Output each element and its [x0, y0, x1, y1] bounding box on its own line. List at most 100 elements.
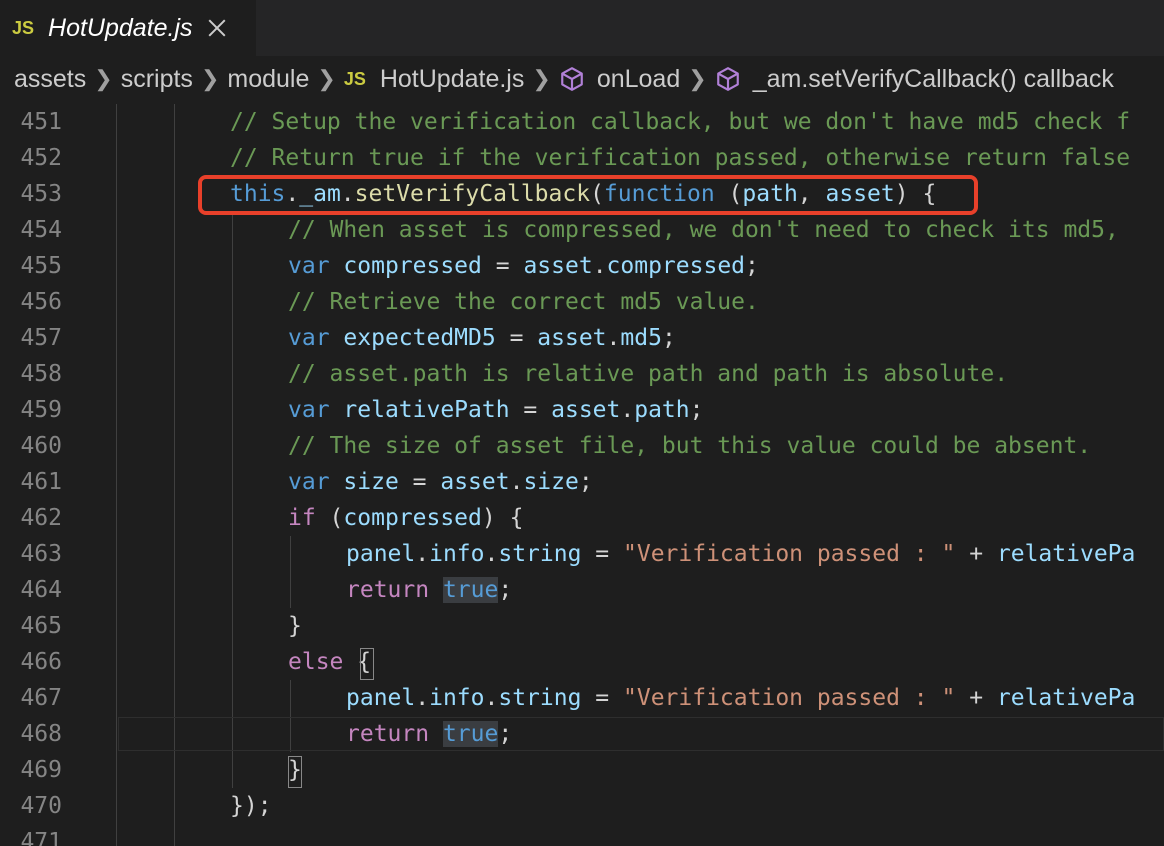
code-token: string [498, 685, 582, 711]
code-line[interactable]: 452 // Return true if the verification pa… [0, 140, 1164, 176]
code-token: // Return true if the verification passe… [230, 145, 1131, 171]
code-line[interactable]: 463 panel.info.string = "Verification pas… [0, 536, 1164, 572]
code-token: "Verification passed : " [623, 541, 956, 567]
code-editor[interactable]: 451 // Setup the verification callback, b… [0, 104, 1164, 846]
code-token: path [634, 397, 690, 423]
code-token: var [288, 397, 330, 423]
code-line[interactable]: 462 if (compressed) { [0, 500, 1164, 536]
code-token: md5 [620, 325, 662, 351]
code-token: . [415, 685, 430, 711]
code-token: if [288, 505, 316, 531]
code-text: // The size of asset file, but this valu… [288, 428, 1091, 464]
code-token: string [498, 541, 582, 567]
code-line[interactable]: 454 // When asset is compressed, we don't… [0, 212, 1164, 248]
code-token: ( [315, 505, 344, 531]
code-token: var [288, 325, 330, 351]
annotation-highlight-box [198, 175, 978, 215]
code-line[interactable]: 470}); [0, 788, 1164, 824]
code-token: + [955, 541, 997, 567]
method-cube-icon [560, 67, 583, 91]
line-number: 455 [20, 253, 62, 279]
code-token: size [343, 469, 399, 495]
code-token: relativePath [343, 397, 510, 423]
code-token: size [523, 469, 579, 495]
code-line[interactable]: 471 [0, 824, 1164, 846]
code-token: . [484, 685, 499, 711]
code-text: var compressed = asset.compressed; [288, 248, 759, 284]
code-token: info [429, 685, 485, 711]
code-text: // asset.path is relative path and path … [288, 356, 1008, 392]
code-line[interactable]: 468 return true; [0, 716, 1164, 752]
breadcrumb-module[interactable]: module [227, 65, 309, 94]
tab-title: HotUpdate.js [48, 13, 193, 42]
line-number: 454 [20, 217, 62, 243]
code-token: return [346, 721, 430, 747]
method-cube-icon [716, 67, 739, 91]
code-line[interactable]: 467 panel.info.string = "Verification pas… [0, 680, 1164, 716]
code-line[interactable]: 455 var compressed = asset.compressed; [0, 248, 1164, 284]
code-line[interactable]: 457 var expectedMD5 = asset.md5; [0, 320, 1164, 356]
js-file-icon: JS [12, 17, 35, 38]
code-token: // Retrieve the correct md5 value. [288, 289, 759, 315]
line-number: 469 [20, 757, 62, 783]
code-token: ; [745, 253, 759, 279]
chevron-right-icon: ❯ [688, 66, 707, 91]
line-number: 451 [20, 109, 62, 135]
code-token: + [955, 685, 997, 711]
code-line[interactable]: 456 // Retrieve the correct md5 value. [0, 284, 1164, 320]
code-token: true [442, 721, 499, 747]
code-line[interactable]: 465} [0, 608, 1164, 644]
code-token: var [288, 253, 330, 279]
code-line[interactable]: 469} [0, 752, 1164, 788]
code-text: return true; [346, 572, 512, 608]
tab-bar: JS HotUpdate.js [0, 0, 1164, 56]
line-number: 458 [20, 361, 62, 387]
breadcrumb-file[interactable]: HotUpdate.js [380, 65, 525, 94]
code-token: . [606, 325, 621, 351]
tab-hotupdate[interactable]: JS HotUpdate.js [0, 0, 256, 56]
code-token: "Verification passed : " [623, 685, 956, 711]
code-token: compressed [343, 253, 482, 279]
line-number: 456 [20, 289, 62, 315]
line-number: 466 [20, 649, 62, 675]
line-number: 459 [20, 397, 62, 423]
code-text: } [288, 608, 302, 644]
code-token: ; [498, 577, 513, 603]
code-line[interactable]: 459 var relativePath = asset.path; [0, 392, 1164, 428]
close-icon[interactable] [207, 18, 227, 38]
line-number: 457 [20, 325, 62, 351]
code-line[interactable]: 458 // asset.path is relative path and pa… [0, 356, 1164, 392]
breadcrumb-scripts[interactable]: scripts [121, 65, 193, 94]
code-token: return [346, 577, 430, 603]
code-token: compressed [606, 253, 746, 279]
code-token: relativePa [996, 685, 1136, 711]
code-token: . [620, 397, 635, 423]
code-line[interactable]: 461 var size = asset.size; [0, 464, 1164, 500]
code-token: info [429, 541, 485, 567]
chevron-right-icon: ❯ [532, 66, 551, 91]
code-text: }); [230, 788, 272, 824]
code-line[interactable]: 451 // Setup the verification callback, b… [0, 104, 1164, 140]
code-line[interactable]: 464 return true; [0, 572, 1164, 608]
code-line[interactable]: 466 else { [0, 644, 1164, 680]
breadcrumb-assets[interactable]: assets [14, 65, 86, 94]
code-text: var relativePath = asset.path; [288, 392, 703, 428]
code-token: else [288, 649, 344, 675]
code-token: ) { [481, 505, 524, 531]
code-token: . [415, 541, 430, 567]
breadcrumb-callback[interactable]: _am.setVerifyCallback() callback [753, 65, 1114, 94]
code-token: = [509, 397, 552, 423]
code-token: // asset.path is relative path and path … [288, 361, 1009, 387]
line-number: 468 [20, 721, 62, 747]
bracket-match [360, 648, 374, 680]
line-number: 465 [20, 613, 62, 639]
code-line[interactable]: 460 // The size of asset file, but this v… [0, 428, 1164, 464]
js-file-icon: JS [343, 68, 366, 89]
code-text: // When asset is compressed, we don't ne… [288, 212, 1119, 248]
breadcrumb-onload[interactable]: onLoad [597, 65, 680, 94]
